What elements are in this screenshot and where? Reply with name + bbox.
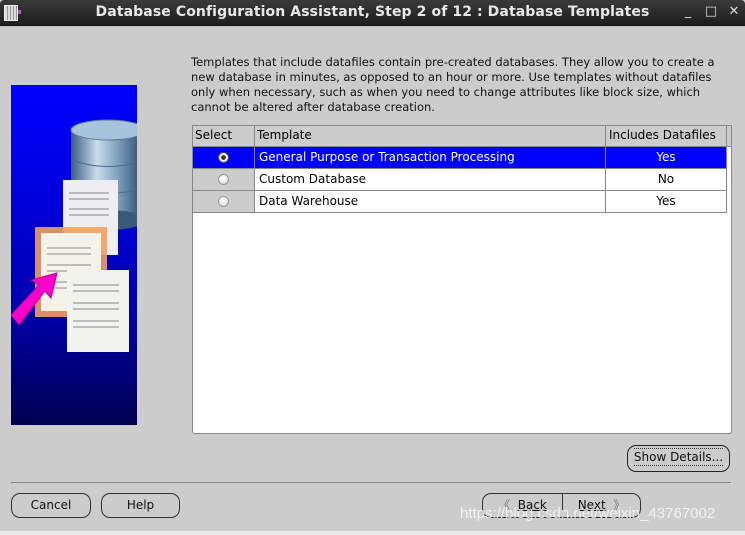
select-cell[interactable] [193, 191, 255, 212]
radio-button[interactable] [218, 196, 229, 207]
show-details-label: Show Details... [633, 448, 724, 466]
maximize-button[interactable]: □ [703, 4, 719, 20]
includes-datafiles-cell[interactable]: No [606, 169, 727, 190]
cancel-button[interactable]: Cancel [11, 493, 91, 518]
watermark: https://blog.csdn.net/weixin_43767002 [460, 505, 716, 522]
table-row[interactable]: Custom Database No [193, 169, 727, 191]
close-button[interactable]: ✕ [726, 4, 742, 20]
template-cell[interactable]: General Purpose or Transaction Processin… [255, 147, 606, 168]
header-select[interactable]: Select [193, 126, 255, 146]
header-template[interactable]: Template [255, 126, 606, 146]
select-cell[interactable] [193, 147, 255, 168]
wizard-illustration [11, 85, 137, 425]
table-row[interactable]: Data Warehouse Yes [193, 191, 727, 213]
title-bar: Database Configuration Assistant, Step 2… [0, 0, 745, 26]
templates-table: Select Template Includes Datafiles Gener… [192, 125, 732, 434]
includes-datafiles-cell[interactable]: Yes [606, 191, 727, 212]
separator [11, 482, 731, 483]
window-bottom-edge [0, 531, 745, 535]
select-cell[interactable] [193, 169, 255, 190]
radio-button[interactable] [218, 174, 229, 185]
description-text: Templates that include datafiles contain… [191, 55, 715, 114]
minimize-button[interactable]: _ [680, 4, 696, 20]
template-cell[interactable]: Data Warehouse [255, 191, 606, 212]
show-details-button[interactable]: Show Details... [627, 445, 730, 472]
database-templates-illustration [11, 119, 137, 352]
document-icon [67, 270, 129, 352]
includes-datafiles-cell[interactable]: Yes [606, 147, 727, 168]
table-row[interactable]: General Purpose or Transaction Processin… [193, 147, 727, 169]
table-header: Select Template Includes Datafiles [193, 126, 731, 147]
help-button[interactable]: Help [101, 493, 180, 518]
header-includes-datafiles[interactable]: Includes Datafiles [606, 126, 727, 146]
window-title: Database Configuration Assistant, Step 2… [95, 4, 650, 20]
template-cell[interactable]: Custom Database [255, 169, 606, 190]
radio-button[interactable] [218, 152, 229, 163]
